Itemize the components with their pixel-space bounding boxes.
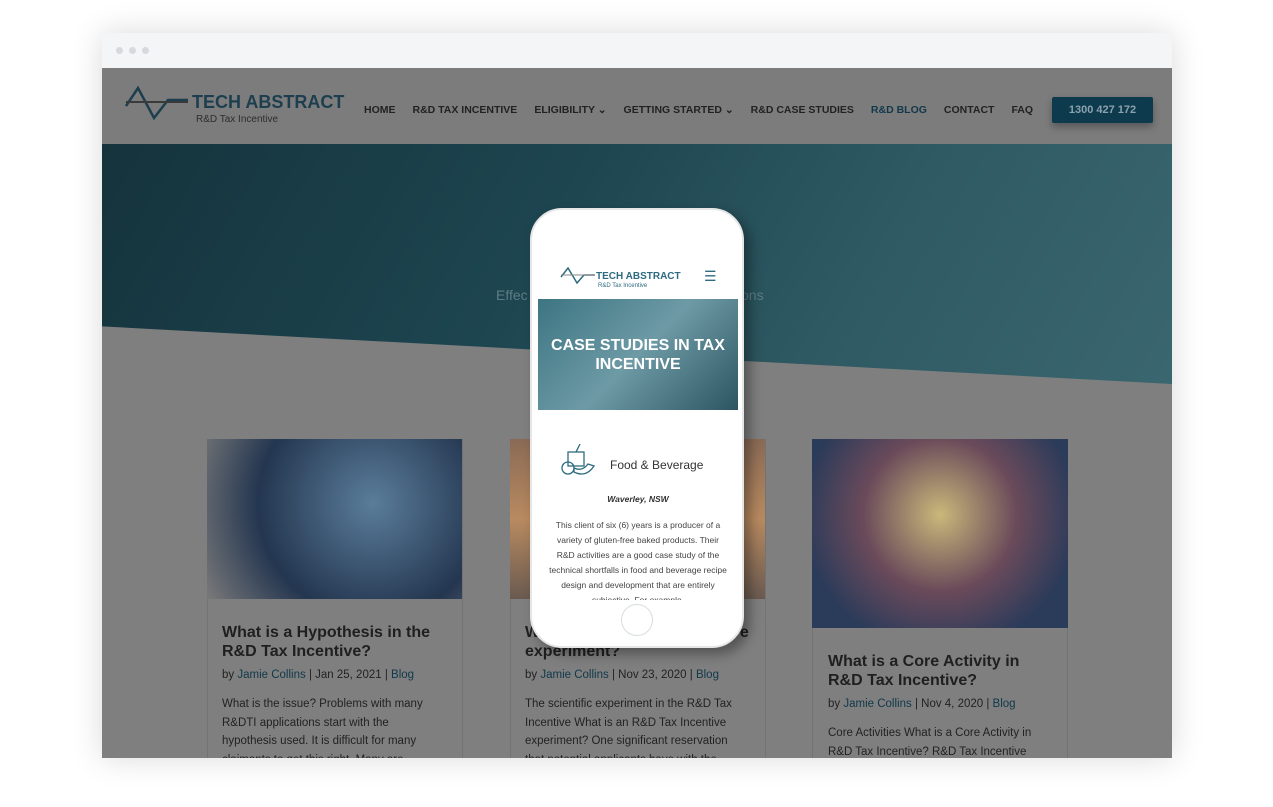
blog-card-excerpt: Core Activities What is a Core Activity … [828, 727, 1032, 758]
phone-home-button [621, 604, 653, 636]
blog-card-meta: by Jamie Collins | Nov 23, 2020 | Blog [525, 669, 719, 681]
by-label: by [525, 669, 538, 681]
blog-card-image[interactable] [207, 439, 462, 599]
blog-card-title[interactable]: What is a Hypothesis in the R&D Tax Ince… [222, 623, 452, 661]
logo-wave-icon [560, 267, 595, 285]
separator: | [983, 698, 993, 710]
separator: | [686, 669, 696, 681]
category-link[interactable]: Blog [993, 698, 1016, 710]
separator: | [381, 669, 392, 681]
phone-screen: TECH ABSTRACT R&D Tax Incentive ☰ CASE S… [538, 254, 738, 600]
site-header: TECH ABSTRACT R&D Tax Incentive HOME R&D… [102, 68, 1172, 144]
blog-card-meta: by Jamie Collins | Nov 4, 2020 | Blog [828, 698, 1016, 710]
author-link[interactable]: Jamie Collins [843, 698, 911, 710]
nav-getting-started[interactable]: GETTING STARTED ⌄ [624, 104, 734, 116]
blog-card-title[interactable]: What is a Core Activity in R&D Tax Incen… [828, 652, 1058, 690]
nav-case-studies[interactable]: R&D CASE STUDIES [751, 104, 854, 116]
blog-card-image[interactable] [812, 439, 1068, 628]
hamburger-menu-icon[interactable]: ☰ [704, 268, 717, 285]
phone-section-title: Food & Beverage [610, 458, 704, 472]
nav-faq[interactable]: FAQ [1011, 104, 1033, 116]
nav-home[interactable]: HOME [364, 104, 396, 116]
phone-logo-name: TECH ABSTRACT [596, 271, 681, 282]
main-menu: HOME R&D TAX INCENTIVE ELIGIBILITY ⌄ GET… [364, 104, 1033, 116]
post-date: Nov 23, 2020 [618, 669, 687, 681]
separator: | [911, 698, 922, 710]
category-link[interactable]: Blog [391, 669, 414, 681]
phone-cta-button[interactable]: 1300 427 172 [1052, 97, 1153, 123]
food-beverage-icon [561, 444, 596, 475]
logo-tagline: R&D Tax Incentive [196, 114, 279, 125]
chevron-down-icon: ⌄ [597, 104, 607, 116]
blog-card-excerpt: The scientific experiment in the R&D Tax… [525, 698, 732, 758]
post-date: Nov 4, 2020 [921, 698, 984, 710]
by-label: by [828, 698, 841, 710]
hero-subtitle-fragment: Effec [496, 287, 528, 303]
logo-name: TECH ABSTRACT [192, 92, 345, 112]
phone-location: Waverley, NSW [607, 494, 669, 504]
nav-contact[interactable]: CONTACT [944, 104, 995, 116]
nav-rd-tax-incentive[interactable]: R&D TAX INCENTIVE [413, 104, 518, 116]
phone-hero: CASE STUDIES IN TAX INCENTIVE [538, 299, 738, 410]
nav-eligibility[interactable]: ELIGIBILITY ⌄ [534, 104, 606, 116]
by-label: by [222, 669, 235, 681]
post-date: Jan 25, 2021 [315, 669, 382, 681]
author-link[interactable]: Jamie Collins [540, 669, 608, 681]
category-link[interactable]: Blog [696, 669, 719, 681]
nav-blog[interactable]: R&D BLOG [871, 104, 927, 116]
phone-logo-tagline: R&D Tax Incentive [598, 283, 648, 289]
window-dot [116, 47, 123, 54]
separator: | [608, 669, 619, 681]
window-dot [129, 47, 136, 54]
nav-label: ELIGIBILITY [534, 104, 595, 116]
logo-wave-icon [124, 85, 188, 121]
nav-label: GETTING STARTED [623, 104, 722, 116]
author-link[interactable]: Jamie Collins [237, 669, 305, 681]
phone-body-text: This client of six (6) years is a produc… [549, 520, 727, 600]
browser-titlebar [102, 33, 1172, 68]
separator: | [305, 669, 316, 681]
site-logo[interactable]: TECH ABSTRACT R&D Tax Incentive [124, 85, 344, 127]
phone-mockup: TECH ABSTRACT R&D Tax Incentive ☰ CASE S… [530, 208, 744, 648]
blog-card-excerpt: What is the issue? Problems with many R&… [222, 698, 423, 758]
blog-card-meta: by Jamie Collins | Jan 25, 2021 | Blog [222, 669, 414, 681]
chevron-down-icon: ⌄ [724, 104, 734, 116]
window-dot [142, 47, 149, 54]
